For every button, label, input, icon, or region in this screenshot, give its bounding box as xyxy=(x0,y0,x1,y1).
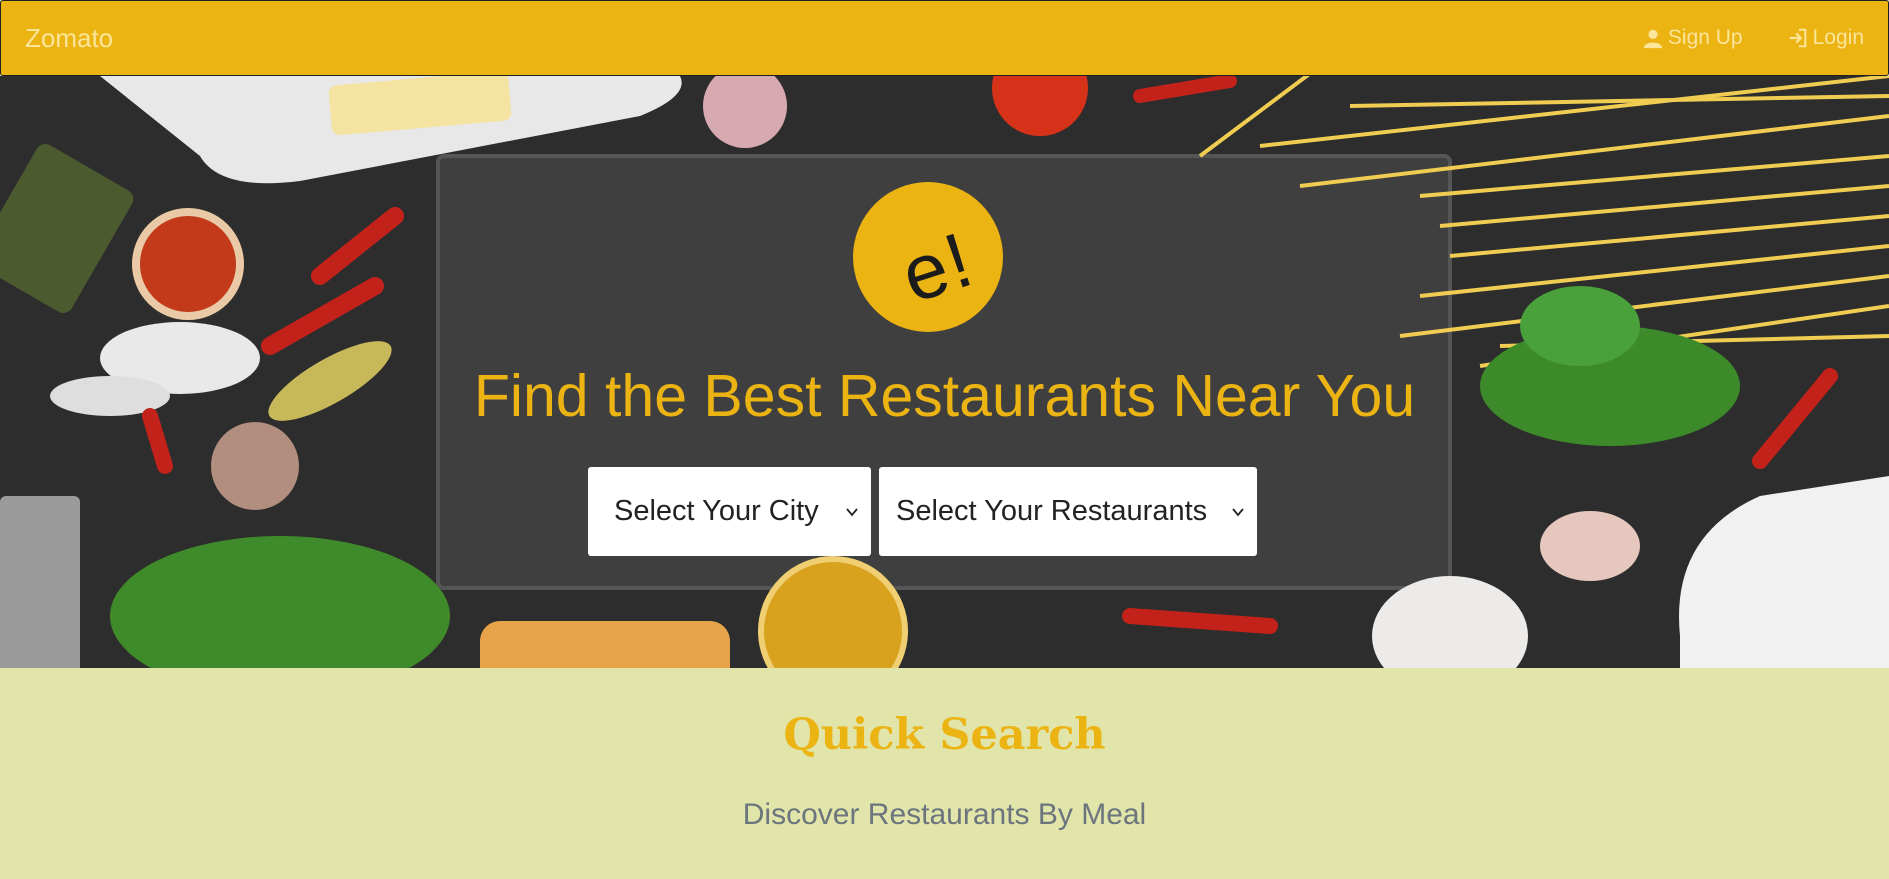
nav-links: Sign Up Login xyxy=(1642,26,1864,50)
user-icon xyxy=(1643,29,1663,49)
chevron-down-icon xyxy=(1232,507,1244,516)
logo-text: e! xyxy=(891,214,985,320)
quick-search-subtitle: Discover Restaurants By Meal xyxy=(742,798,1147,831)
city-select-value: Select Your City xyxy=(614,495,819,527)
hero-banner: e! Find the Best Restaurants Near You Se… xyxy=(0,76,1889,668)
quick-search-section: Quick Search Discover Restaurants By Mea… xyxy=(0,668,1889,879)
login-label: Login xyxy=(1812,26,1864,49)
log-in-icon xyxy=(1789,28,1806,48)
navbar: Zomato Sign Up Login xyxy=(0,0,1889,76)
chevron-down-icon xyxy=(846,507,858,516)
brand-link[interactable]: Zomato xyxy=(25,23,113,54)
logo-badge: e! xyxy=(853,182,1003,332)
signup-link[interactable]: Sign Up xyxy=(1642,26,1743,50)
restaurant-select[interactable]: Select Your Restaurants xyxy=(879,467,1257,556)
restaurant-select-value: Select Your Restaurants xyxy=(896,495,1208,527)
search-selects: Select Your City Select Your Restaurants xyxy=(588,467,1257,556)
city-select[interactable]: Select Your City xyxy=(588,467,871,556)
login-link[interactable]: Login xyxy=(1787,26,1864,50)
hero-title: Find the Best Restaurants Near You xyxy=(473,363,1416,429)
quick-search-title: Quick Search xyxy=(783,710,1106,760)
signup-label: Sign Up xyxy=(1667,26,1743,49)
